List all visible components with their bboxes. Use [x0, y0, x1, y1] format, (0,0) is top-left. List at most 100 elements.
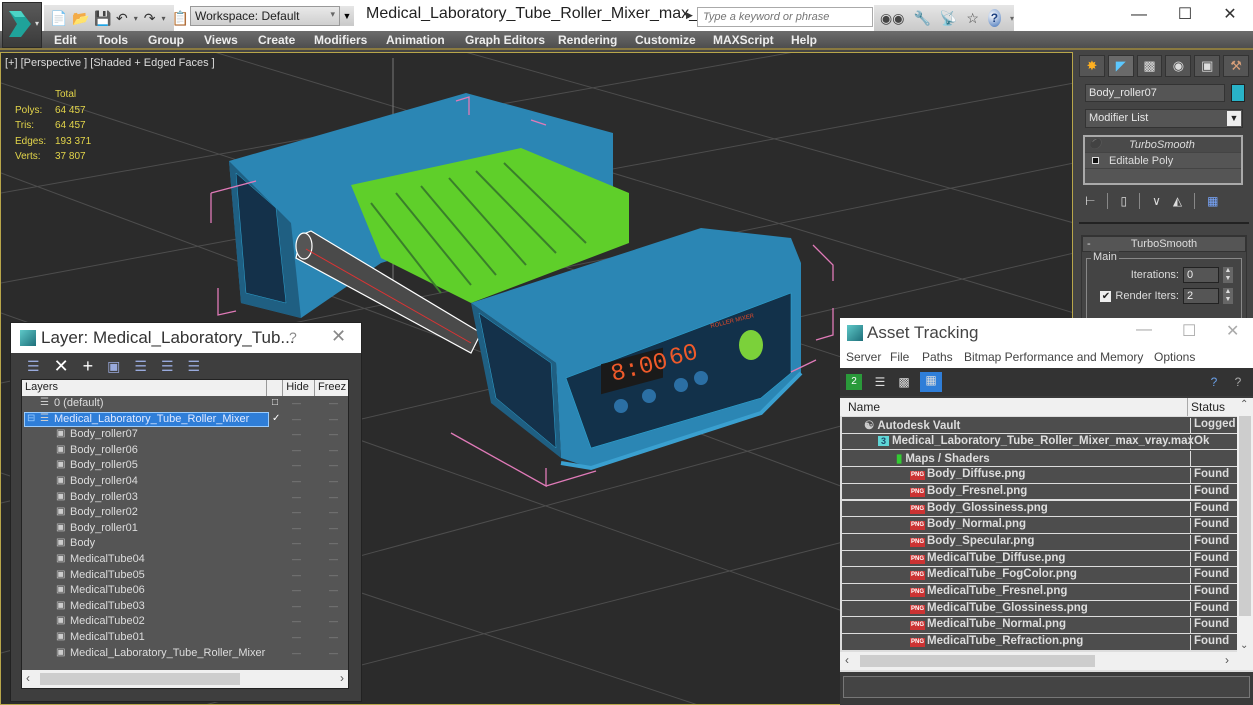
modifier-list-dropdown[interactable]: Modifier List ▼ [1085, 109, 1243, 128]
workspace-selector[interactable]: Workspace: Default ▾ [190, 6, 340, 26]
hide-toggle[interactable]: — [292, 632, 301, 642]
asset-row[interactable]: PNG Body_Diffuse.png Found [842, 467, 1237, 485]
project-folder-icon[interactable]: 📋 [172, 10, 189, 27]
menu-bitmap-performance[interactable]: Bitmap Performance and Memory [964, 350, 1143, 364]
hide-toggle[interactable]: — [292, 570, 301, 580]
scroll-left-icon[interactable]: ‹ [26, 671, 30, 685]
asset-path-field[interactable] [843, 676, 1250, 698]
asset-row[interactable]: PNG MedicalTube_Glossiness.png Found [842, 600, 1237, 618]
scroll-left-icon[interactable]: ‹ [845, 653, 849, 667]
star-icon[interactable]: ☆ [966, 10, 979, 27]
scrollbar-thumb[interactable] [860, 655, 1095, 667]
column-status[interactable]: Status [1188, 398, 1237, 416]
layer-object-row[interactable]: ▣ Body — — [22, 536, 348, 552]
menu-paths[interactable]: Paths [922, 350, 953, 364]
menu-file[interactable]: File [890, 350, 909, 364]
hide-toggle[interactable]: — [292, 538, 301, 548]
highlight-selected-layer-icon[interactable]: ☰ [134, 358, 147, 375]
freeze-toggle[interactable]: — [329, 476, 338, 486]
object-color-swatch[interactable] [1231, 84, 1245, 102]
asset-row[interactable]: ☯Autodesk Vault Logged Out [842, 417, 1237, 434]
hide-all-layers-icon[interactable]: ☰ [161, 358, 174, 375]
make-unique-icon[interactable]: ∨ [1152, 194, 1161, 208]
freeze-toggle[interactable]: — [329, 570, 338, 580]
freeze-toggle[interactable]: — [329, 507, 338, 517]
menu-server[interactable]: Server [846, 350, 881, 364]
show-end-result-icon[interactable]: ▯ [1120, 194, 1127, 208]
asset-row[interactable]: PNG MedicalTube_FogColor.png Found [842, 567, 1237, 585]
hide-toggle[interactable]: — [292, 492, 301, 502]
remove-modifier-icon[interactable]: ◭ [1173, 194, 1182, 208]
menu-edit[interactable]: Edit [54, 33, 77, 47]
render-iters-checkbox[interactable]: ✔ [1100, 290, 1112, 302]
column-layers[interactable]: Layers [22, 380, 268, 396]
qat-customize-button[interactable]: ▼ [340, 6, 354, 26]
hide-toggle[interactable]: — [292, 414, 301, 424]
binoculars-icon[interactable]: ◉◉ [880, 10, 904, 27]
column-name[interactable]: Name [840, 398, 1188, 416]
layer-object-row[interactable]: ▣ Body_roller07 — — [22, 427, 348, 443]
utilities-tab[interactable]: ⚒ [1223, 55, 1249, 77]
layer-object-row[interactable]: ▣ Medical_Laboratory_Tube_Roller_Mixer — — [22, 646, 348, 662]
collapse-icon[interactable]: ⊟ [27, 413, 35, 424]
new-layer-icon[interactable]: ☰ [27, 358, 40, 375]
close-button[interactable]: ✕ [331, 326, 346, 347]
expand-box-icon[interactable] [1092, 157, 1099, 164]
create-tab[interactable]: ✸ [1079, 55, 1105, 77]
layer-object-row[interactable]: ▣ MedicalTube03 — — [22, 599, 348, 615]
menu-customize[interactable]: Customize [635, 33, 696, 47]
current-layer-check-icon[interactable]: ✓ [272, 413, 280, 424]
scrollbar-thumb[interactable] [40, 673, 240, 685]
column-freeze[interactable]: Freez [315, 380, 348, 396]
spinner-arrows-icon[interactable]: ▲ ▼ [1223, 288, 1233, 304]
column-hide[interactable]: Hide [283, 380, 315, 396]
scroll-up-icon[interactable]: ⌃ [1240, 399, 1248, 410]
freeze-toggle[interactable]: — [329, 429, 338, 439]
menu-create[interactable]: Create [258, 33, 295, 47]
undo-icon[interactable]: ↶ [116, 10, 128, 27]
asset-row[interactable]: 3 Medical_Laboratory_Tube_Roller_Mixer_ma… [842, 433, 1237, 451]
help-icon[interactable]: ? [1206, 374, 1222, 390]
undo-dropdown-icon[interactable]: ▾ [134, 14, 138, 23]
menu-group[interactable]: Group [148, 33, 184, 47]
layer-object-row[interactable]: ▣ Body_roller05 — — [22, 458, 348, 474]
delete-layer-icon[interactable]: ✕ [54, 356, 69, 377]
viewport-label-menu[interactable]: [+] [Perspective ] [Shaded + Edged Faces… [5, 57, 215, 69]
freeze-toggle[interactable]: — [329, 523, 338, 533]
layer-row[interactable]: ⊟ ☰ Medical_Laboratory_Tube_Roller_Mixer ✓ —… [22, 411, 348, 428]
asset-row[interactable]: PNG Body_Glossiness.png Found [842, 500, 1237, 518]
motion-tab[interactable]: ◉ [1165, 55, 1192, 77]
layer-object-row[interactable]: ▣ MedicalTube01 — — [22, 630, 348, 646]
layer-object-row[interactable]: ▣ MedicalTube02 — — [22, 614, 348, 630]
menu-views[interactable]: Views [204, 33, 238, 47]
freeze-toggle[interactable]: — [329, 601, 338, 611]
asset-row[interactable]: PNG Body_Normal.png Found [842, 517, 1237, 535]
minimize-button[interactable]: — [1124, 4, 1154, 26]
asset-row[interactable]: PNG MedicalTube_Diffuse.png Found [842, 550, 1237, 568]
hide-toggle[interactable]: — [292, 398, 301, 408]
menu-modifiers[interactable]: Modifiers [314, 33, 367, 47]
hide-toggle[interactable]: — [292, 585, 301, 595]
layer-object-row[interactable]: ▣ Body_roller02 — — [22, 505, 348, 521]
asset-row[interactable]: PNG MedicalTube_Normal.png Found [842, 617, 1237, 635]
freeze-toggle[interactable]: — [329, 632, 338, 642]
modify-tab[interactable]: ◤ [1107, 55, 1134, 77]
freeze-toggle[interactable]: — [329, 414, 338, 424]
add-to-layer-icon[interactable]: + [83, 356, 94, 377]
freeze-toggle[interactable]: — [329, 554, 338, 564]
hide-toggle[interactable]: — [292, 616, 301, 626]
close-button[interactable]: ✕ [1226, 321, 1239, 341]
layer-row[interactable]: ☰ 0 (default) □ — — [22, 396, 348, 412]
vertical-scrollbar[interactable]: ⌃ ⌄ [1237, 398, 1253, 652]
freeze-toggle[interactable]: — [329, 648, 338, 658]
scrollbar-thumb[interactable] [1239, 416, 1251, 616]
freeze-toggle[interactable]: — [329, 492, 338, 502]
menu-help[interactable]: Help [791, 33, 817, 47]
hierarchy-tab[interactable]: ▩ [1136, 55, 1163, 77]
rollout-header[interactable]: - TurboSmooth [1082, 236, 1246, 252]
table-view-icon[interactable]: ▦ [920, 372, 942, 392]
redo-dropdown-icon[interactable]: ▾ [161, 14, 165, 23]
help-icon[interactable]: ? [987, 9, 1001, 27]
layer-object-row[interactable]: ▣ MedicalTube05 — — [22, 568, 348, 584]
application-menu-button[interactable]: ▾ [2, 2, 42, 48]
